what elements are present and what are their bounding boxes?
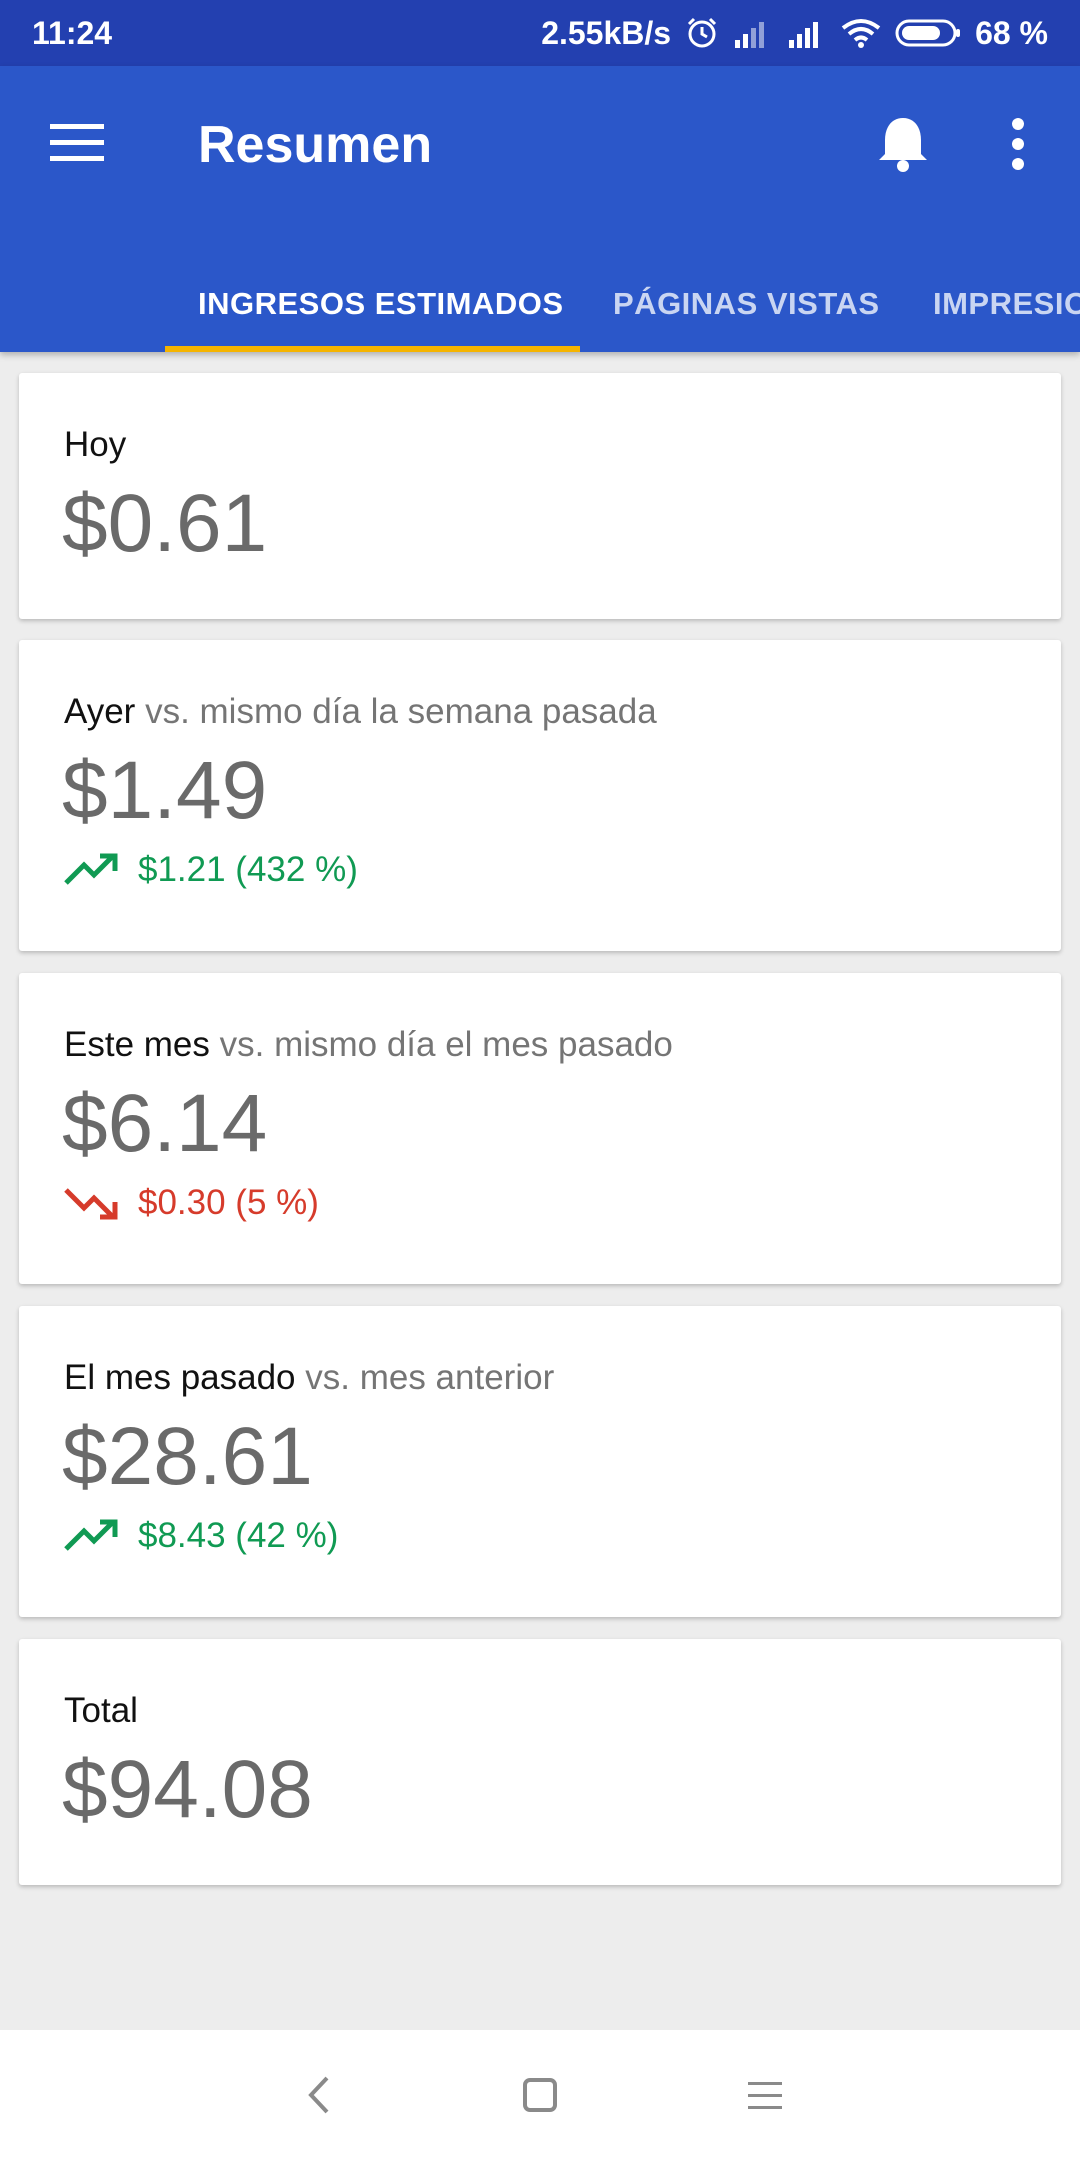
- trending-up-icon: [64, 853, 122, 887]
- card-period: Total: [64, 1691, 138, 1730]
- status-indicators: 2.55kB/s 68 %: [541, 15, 1048, 52]
- card-this-month: Este mes vs. mismo día el mes pasado $6.…: [19, 973, 1061, 1284]
- battery-icon: [895, 18, 961, 48]
- tab-impresiones[interactable]: IMPRESIO: [933, 256, 1080, 352]
- tab-indicator: [165, 346, 580, 352]
- card-last-month: El mes pasado vs. mes anterior $28.61 $8…: [19, 1306, 1061, 1617]
- card-comparison: vs. mismo día la semana pasada: [135, 692, 657, 731]
- status-bar: 11:24 2.55kB/s 68 %: [0, 0, 1080, 66]
- card-label: Hoy: [64, 425, 126, 465]
- alarm-icon: [685, 16, 719, 50]
- home-icon[interactable]: [515, 2070, 565, 2120]
- change-value: $1.21 (432 %): [138, 850, 358, 889]
- change-value: $0.30 (5 %): [138, 1183, 319, 1222]
- card-value: $1.49: [62, 745, 268, 836]
- card-label: Este mes vs. mismo día el mes pasado: [64, 1025, 673, 1065]
- card-yesterday: Ayer vs. mismo día la semana pasada $1.4…: [19, 640, 1061, 951]
- card-today: Hoy $0.61: [19, 373, 1061, 619]
- battery-percent: 68 %: [975, 14, 1048, 51]
- back-icon[interactable]: [295, 2070, 345, 2120]
- signal-icon: [733, 18, 773, 48]
- card-label: El mes pasado vs. mes anterior: [64, 1358, 554, 1398]
- more-vert-icon[interactable]: [1006, 116, 1030, 172]
- system-nav-bar: [0, 2030, 1080, 2160]
- change-indicator: $8.43 (42 %): [64, 1516, 338, 1556]
- card-period: Hoy: [64, 425, 127, 464]
- tab-ingresos-estimados[interactable]: INGRESOS ESTIMADOS: [198, 256, 564, 352]
- bell-icon[interactable]: [876, 114, 930, 174]
- change-indicator: $0.30 (5 %): [64, 1183, 319, 1223]
- card-comparison: vs. mismo día el mes pasado: [209, 1025, 673, 1064]
- card-period: El mes pasado: [64, 1358, 296, 1397]
- trending-down-icon: [64, 1186, 122, 1220]
- wifi-icon: [841, 18, 881, 48]
- card-value: $94.08: [62, 1744, 313, 1835]
- app-bar: Resumen INGRESOS ESTIMADOS PÁGINAS VISTA…: [0, 66, 1080, 352]
- card-period: Ayer: [64, 692, 136, 731]
- change-value: $8.43 (42 %): [138, 1516, 339, 1555]
- tab-bar: INGRESOS ESTIMADOS PÁGINAS VISTAS IMPRES…: [0, 256, 1080, 352]
- card-value: $28.61: [62, 1411, 313, 1502]
- card-total: Total $94.08: [19, 1639, 1061, 1885]
- change-indicator: $1.21 (432 %): [64, 850, 358, 890]
- trending-up-icon: [64, 1519, 122, 1553]
- card-label: Ayer vs. mismo día la semana pasada: [64, 692, 657, 732]
- recents-icon[interactable]: [740, 2070, 790, 2120]
- page-title: Resumen: [198, 116, 433, 174]
- card-value: $0.61: [62, 478, 268, 569]
- network-speed: 2.55kB/s: [541, 14, 672, 51]
- tab-paginas-vistas[interactable]: PÁGINAS VISTAS: [613, 256, 880, 352]
- status-time: 11:24: [32, 14, 113, 51]
- card-label: Total: [64, 1691, 138, 1731]
- card-value: $6.14: [62, 1078, 268, 1169]
- signal-icon: [787, 18, 827, 48]
- card-period: Este mes: [64, 1025, 210, 1064]
- menu-icon[interactable]: [50, 122, 104, 164]
- card-comparison: vs. mes anterior: [295, 1358, 555, 1397]
